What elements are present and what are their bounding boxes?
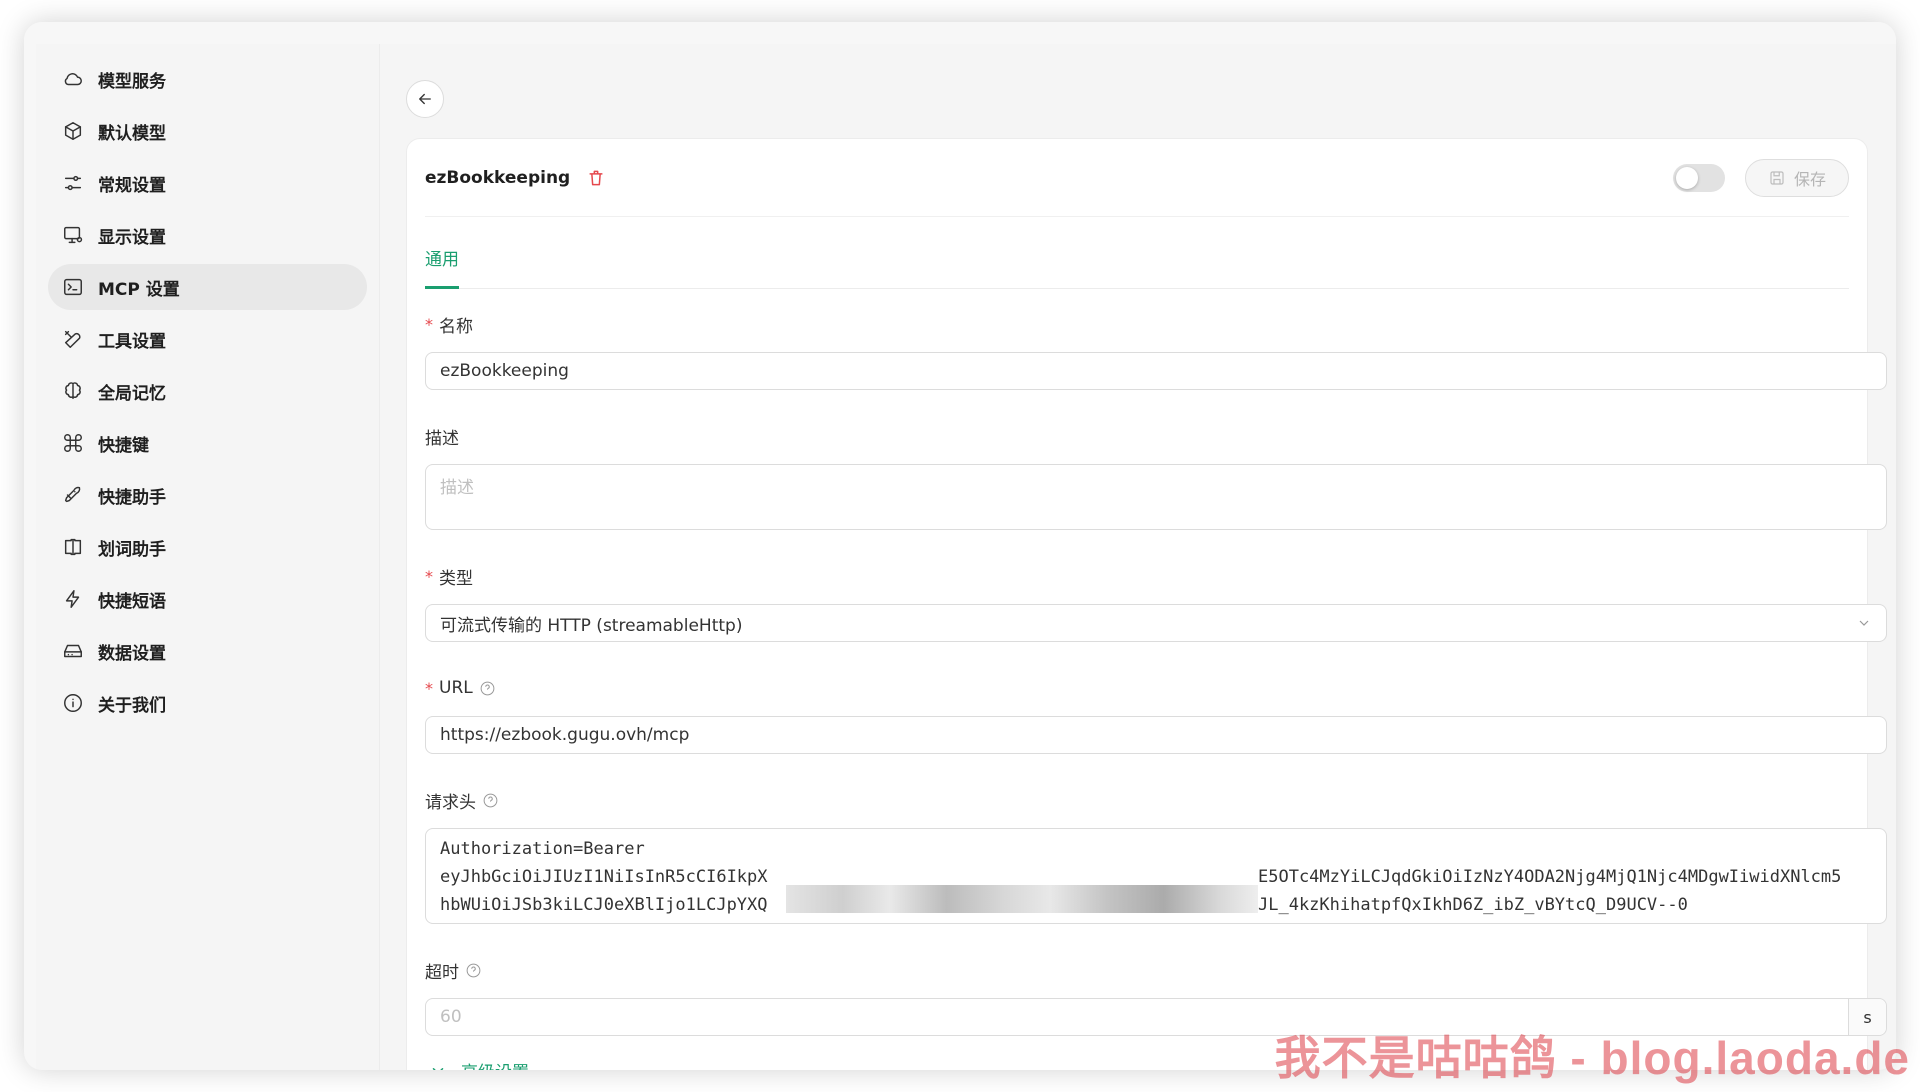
sidebar-item-label: 全局记忆 xyxy=(98,383,166,404)
save-button-label: 保存 xyxy=(1793,170,1826,189)
watermark-text: 我不是咕咕鸽 - blog.laoda.de xyxy=(1274,1032,1910,1084)
name-label: 名称 xyxy=(439,316,473,337)
sidebar-item-label: 快捷助手 xyxy=(98,487,166,508)
cube-icon xyxy=(62,120,84,142)
headers-label-row: 请求头 xyxy=(425,789,1849,813)
sidebar-item-quick-phrases[interactable]: 快捷短语 xyxy=(48,576,367,622)
sidebar-item-label: 快捷短语 xyxy=(98,591,166,612)
sliders-icon xyxy=(62,172,84,194)
main-content: ezBookkeeping 保存 通用 * 名称 ezBookkeeping 描… xyxy=(380,44,1896,1070)
brain-icon xyxy=(62,380,84,402)
headers-line-3-start: hbWUiOiJSb3kiLCJ0eXBlIjo1LCJpYXQ xyxy=(440,895,768,915)
description-placeholder: 描述 xyxy=(440,478,474,498)
settings-sidebar: 模型服务 默认模型 常规设置 显示设置 MCP 设置 工具设置 全局记忆 快捷键… xyxy=(36,44,380,1070)
sidebar-item-label: 快捷键 xyxy=(98,435,149,456)
sidebar-item-label: 常规设置 xyxy=(98,175,166,196)
text-cursor-icon xyxy=(62,536,84,558)
headers-label: 请求头 xyxy=(425,792,476,813)
advanced-settings-label: 高级设置 xyxy=(461,1058,529,1070)
sidebar-item-global-memory[interactable]: 全局记忆 xyxy=(48,368,367,414)
description-label-row: 描述 xyxy=(425,425,1849,449)
headers-line-1: Authorization=Bearer xyxy=(440,839,645,859)
required-marker: * xyxy=(425,566,433,586)
sidebar-item-label: 工具设置 xyxy=(98,331,166,352)
sidebar-item-data-settings[interactable]: 数据设置 xyxy=(48,628,367,674)
sidebar-item-display-settings[interactable]: 显示设置 xyxy=(48,212,367,258)
type-label-row: * 类型 xyxy=(425,565,1849,589)
sidebar-item-label: 关于我们 xyxy=(98,695,166,716)
delete-server-icon[interactable] xyxy=(586,168,606,188)
sidebar-item-label: 数据设置 xyxy=(98,643,166,664)
url-label-row: * URL xyxy=(425,677,1849,699)
name-input[interactable]: ezBookkeeping xyxy=(425,352,1887,390)
tab-general[interactable]: 通用 xyxy=(425,245,459,289)
arrow-left-icon xyxy=(419,93,431,105)
type-select[interactable]: 可流式传输的 HTTP (streamableHttp) xyxy=(425,604,1887,642)
tools-icon xyxy=(62,328,84,350)
enable-server-toggle[interactable] xyxy=(1673,164,1725,192)
title-bar xyxy=(24,22,1896,44)
description-textarea[interactable]: 描述 xyxy=(425,464,1887,530)
type-select-value: 可流式传输的 HTTP (streamableHttp) xyxy=(440,615,743,636)
help-icon[interactable] xyxy=(482,792,499,809)
sidebar-item-mcp-settings[interactable]: MCP 设置 xyxy=(48,264,367,310)
sidebar-item-label: 划词助手 xyxy=(98,539,166,560)
sidebar-item-tool-settings[interactable]: 工具设置 xyxy=(48,316,367,362)
app-window: 模型服务 默认模型 常规设置 显示设置 MCP 设置 工具设置 全局记忆 快捷键… xyxy=(24,22,1896,1070)
type-label: 类型 xyxy=(439,568,473,589)
help-icon[interactable] xyxy=(465,962,482,979)
sidebar-item-selection-assistant[interactable]: 划词助手 xyxy=(48,524,367,570)
headers-line-2-end: E5OTc4MzYiLCJqdGkiOiIzNzY4ODA2Njg4MjQ1Nj… xyxy=(1258,867,1842,887)
name-label-row: * 名称 xyxy=(425,313,1849,337)
save-button[interactable]: 保存 xyxy=(1745,159,1849,197)
sidebar-item-general-settings[interactable]: 常规设置 xyxy=(48,160,367,206)
timeout-label-row: 超时 xyxy=(425,959,1849,983)
save-icon xyxy=(1770,171,1784,185)
timeout-label: 超时 xyxy=(425,962,459,983)
cloud-icon xyxy=(62,68,84,90)
headers-line-2-start: eyJhbGciOiJIUzI1NiIsInR5cCI6IkpX xyxy=(440,867,768,887)
timeout-placeholder: 60 xyxy=(440,1007,462,1027)
monitor-settings-icon xyxy=(62,224,84,246)
sidebar-item-label: 模型服务 xyxy=(98,71,166,92)
hard-drive-icon xyxy=(62,640,84,662)
rocket-icon xyxy=(62,484,84,506)
headers-line-3-end: JL_4kzKhihatpfQxIkhD6Z_ibZ_vBYtcQ_D9UCV-… xyxy=(1258,895,1688,915)
server-name-title: ezBookkeeping xyxy=(425,167,571,188)
url-label: URL xyxy=(439,678,473,698)
terminal-icon xyxy=(62,276,84,298)
help-icon[interactable] xyxy=(479,680,496,697)
info-icon xyxy=(62,692,84,714)
sidebar-item-default-model[interactable]: 默认模型 xyxy=(48,108,367,154)
toggle-knob xyxy=(1676,167,1698,189)
chevron-down-icon xyxy=(1856,615,1872,631)
required-marker: * xyxy=(425,678,433,698)
url-input[interactable]: https://ezbook.gugu.ovh/mcp xyxy=(425,716,1887,754)
sidebar-item-model-service[interactable]: 模型服务 xyxy=(48,56,367,102)
sidebar-item-about[interactable]: 关于我们 xyxy=(48,680,367,726)
redacted-token-blur xyxy=(786,885,1258,913)
sidebar-item-label: 默认模型 xyxy=(98,123,166,144)
sidebar-item-label: MCP 设置 xyxy=(98,279,180,300)
chevron-down-icon xyxy=(432,1067,444,1070)
sidebar-item-label: 显示设置 xyxy=(98,227,166,248)
tab-bar: 通用 xyxy=(425,217,1849,289)
url-input-value: https://ezbook.gugu.ovh/mcp xyxy=(440,725,690,745)
zap-icon xyxy=(62,588,84,610)
headers-textarea[interactable]: Authorization=Bearer eyJhbGciOiJIUzI1NiI… xyxy=(425,828,1887,924)
name-input-value: ezBookkeeping xyxy=(440,361,569,381)
required-marker: * xyxy=(425,314,433,334)
description-label: 描述 xyxy=(425,428,459,449)
back-button[interactable] xyxy=(406,80,444,118)
mcp-server-card: ezBookkeeping 保存 通用 * 名称 ezBookkeeping 描… xyxy=(406,138,1887,1070)
card-header: ezBookkeeping 保存 xyxy=(425,139,1849,217)
sidebar-item-shortcuts[interactable]: 快捷键 xyxy=(48,420,367,466)
command-icon xyxy=(62,432,84,454)
sidebar-item-quick-assistant[interactable]: 快捷助手 xyxy=(48,472,367,518)
